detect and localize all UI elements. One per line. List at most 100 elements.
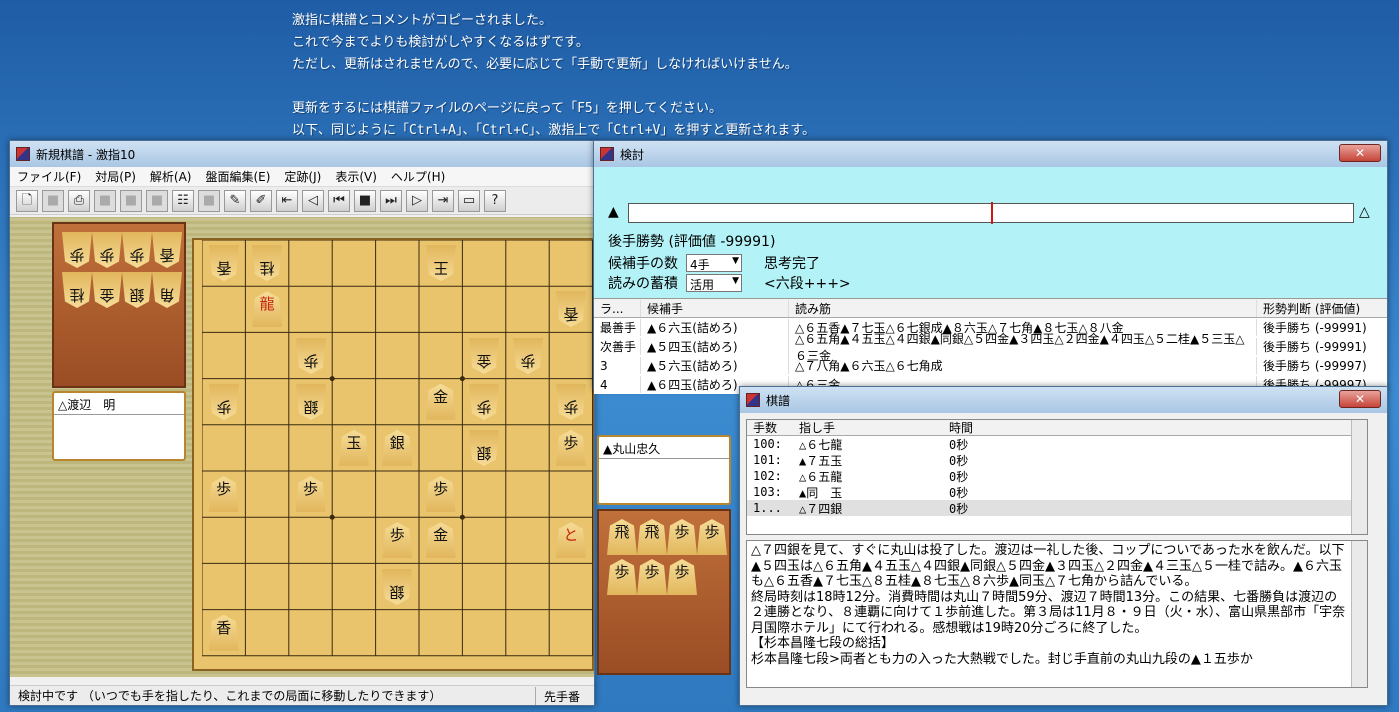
menu-item[interactable]: ヘルプ(H) [384,168,452,185]
edit-board-2-icon[interactable]: ✐ [250,189,272,212]
hand-piece[interactable]: 歩 [62,232,92,268]
column-header[interactable]: 形勢判断 (評価値) [1256,299,1387,317]
tool-disabled-icon[interactable]: ■ [120,189,142,212]
candidate-table: ラ... 候補手 読み筋 形勢判断 (評価値) 最善手 ▲６六玉(詰めろ) △６五香▲７七玉… [594,299,1387,394]
table-row[interactable]: 次善手 ▲５四玉(詰めろ) △６五角▲４五玉△４四銀▲同銀△５四金▲３四玉△２四金▲… [594,329,1387,364]
shogi-piece[interactable]: 銀 [382,569,412,605]
edit-board-icon[interactable]: ✎ [224,189,246,212]
menu-item[interactable]: 定跡(J) [277,168,328,185]
column-header[interactable]: 指し手 [793,419,943,436]
app-icon [600,147,614,161]
table-cell: ▲５四玉(詰めろ) [640,338,788,355]
hand-piece[interactable]: 歩 [667,559,697,595]
hand-piece[interactable]: 歩 [667,519,697,555]
shogi-board[interactable]: 香桂王龍香歩金歩歩銀金歩歩玉銀銀歩歩歩歩歩金と銀香 [192,238,594,671]
table-header: ラ... 候補手 読み筋 形勢判断 (評価値) [594,299,1387,318]
column-header[interactable]: 読み筋 [788,299,1256,317]
table-cell: 4 [600,377,608,392]
new-file-icon[interactable]: 🗋 [16,189,38,212]
table-cell: ▲５六玉(詰めろ) [640,357,788,374]
menu-item[interactable]: 盤面編集(E) [198,168,277,185]
star-point [459,514,465,520]
menu-item[interactable]: ファイル(F) [10,168,88,185]
kifu-cell: 103: [753,485,782,499]
hand-piece[interactable]: 歩 [122,232,152,268]
analysis-panel: ▲ △ 後手勝勢 (評価値 -99991) 候補手の数 4手 ▼ 思考完了 読みの… [594,167,1387,299]
kifu-row[interactable]: 1... △７四銀 0秒 [747,500,1367,516]
gote-player-box: △渡辺 明 [52,391,186,461]
menu-item[interactable]: 表示(V) [328,168,384,185]
hand-piece[interactable]: 角 [152,272,182,308]
save-icon[interactable]: ■ [42,189,64,212]
comment-scrollbar[interactable] [1351,541,1367,687]
monitor-icon[interactable]: ▭ [458,189,480,212]
main-window-title: 新規棋譜 - 激指10 [36,147,136,162]
close-icon[interactable]: ✕ [1339,390,1381,408]
hand-piece[interactable]: 飛 [637,519,667,555]
forward-icon[interactable]: ▷ [406,189,428,212]
hand-piece[interactable]: 飛 [607,519,637,555]
hand-piece[interactable]: 金 [92,272,122,308]
next-icon[interactable]: ⏭ [380,189,402,212]
column-header[interactable]: ラ... [594,300,640,317]
hand-piece[interactable]: 香 [152,232,182,268]
kifu-row[interactable]: 101: ▲７五玉 0秒 [747,452,1367,468]
table-cell: △７八角▲６六玉△６七角成 [788,357,1256,374]
star-point [329,514,335,520]
eval-text: 後手勝勢 (評価値 -99991) [608,234,776,250]
think-status: 思考完了 [764,256,820,272]
table-row[interactable]: 3 ▲５六玉(詰めろ) △７八角▲６六玉△６七角成 後手勝ち (-99997) [594,356,1387,375]
hand-piece[interactable]: 歩 [637,559,667,595]
analysis-titlebar[interactable]: 検討 ✕ [594,141,1387,167]
shogi-piece[interactable]: 金 [469,338,499,374]
hand-piece[interactable]: 銀 [122,272,152,308]
star-point [459,376,465,382]
help-icon[interactable]: ? [484,189,506,212]
main-titlebar[interactable]: 新規棋譜 - 激指10 [10,141,594,167]
tool-disabled-icon[interactable]: ■ [198,189,220,212]
candidate-count-select[interactable]: 4手 ▼ [686,254,742,272]
tool-disabled-icon[interactable]: ■ [94,189,116,212]
chevron-down-icon: ▼ [732,256,739,266]
analyze-icon[interactable]: ☷ [172,189,194,212]
kifu-move-list[interactable]: 手数 指し手 時間 100: △６七龍 0秒 101: ▲７五玉 0秒 102: △６五龍 0秒 103… [746,419,1368,535]
column-header[interactable]: 候補手 [640,299,788,317]
column-header[interactable]: 手数 [747,419,793,436]
tool-disabled-icon[interactable]: ■ [146,189,168,212]
status-turn: 先手番 [535,686,588,705]
back-icon[interactable]: ◁ [302,189,324,212]
kifu-row[interactable]: 103: ▲同 玉 0秒 [747,484,1367,500]
menu-item[interactable]: 対局(P) [88,168,143,185]
print-icon[interactable]: ⎙ [68,189,90,212]
notice-line [292,76,815,98]
sente-piece-stand: 飛飛歩歩歩歩歩 [597,509,731,675]
table-cell: 後手勝ち (-99991) [1256,319,1387,336]
read-accumulation-select[interactable]: 活用 ▼ [686,274,742,292]
kifu-list-scrollbar[interactable] [1351,420,1367,534]
notice-line: ただし、更新はされませんので、必要に応じて「手動で更新」しなければいけません。 [292,57,798,72]
kifu-cell: △７四銀 [799,501,843,516]
kifu-cell: 0秒 [949,501,969,516]
hand-piece[interactable]: 歩 [92,232,122,268]
toolbar: 🗋 ■ ⎙ ■ ■ ■ ☷ ■ ✎ ✐ ⇤ ◁ ⏮ ■ ⏭ ▷ ⇥ ▭ ? [10,187,594,215]
kifu-cell: △６七龍 [799,437,843,452]
gote-player-name: △渡辺 明 [54,393,184,415]
hand-piece[interactable]: 桂 [62,272,92,308]
kifu-titlebar[interactable]: 棋譜 ✕ [740,387,1387,413]
hand-piece[interactable]: 歩 [697,519,727,555]
column-header[interactable]: 時間 [943,419,989,436]
kifu-comment[interactable]: △７四銀を見て、すぐに丸山は投了した。渡辺は一礼した後、コップについであった水を… [746,540,1368,688]
kifu-row[interactable]: 102: △６五龍 0秒 [747,468,1367,484]
stop-icon[interactable]: ■ [354,189,376,212]
close-icon[interactable]: ✕ [1339,144,1381,162]
last-move-icon[interactable]: ⇥ [432,189,454,212]
main-window: 新規棋譜 - 激指10 ファイル(F) 対局(P) 解析(A) 盤面編集(E) 定跡(J… [9,140,731,706]
table-cell: ▲６六玉(詰めろ) [640,319,788,336]
app-icon [16,147,30,161]
kifu-row[interactable]: 100: △６七龍 0秒 [747,436,1367,452]
prev-icon[interactable]: ⏮ [328,189,350,212]
candidate-count-value: 4手 [690,258,710,272]
first-move-icon[interactable]: ⇤ [276,189,298,212]
hand-piece[interactable]: 歩 [607,559,637,595]
menu-item[interactable]: 解析(A) [143,168,199,185]
